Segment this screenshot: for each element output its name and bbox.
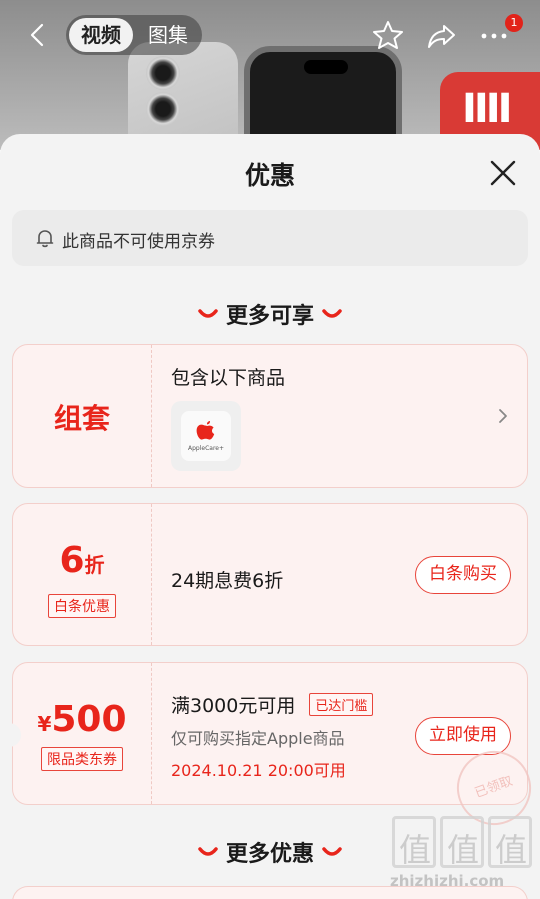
dynamic-island: [304, 60, 348, 74]
section-title: 更多优惠: [225, 842, 314, 867]
threshold-reached-tag: 已达门槛: [309, 693, 374, 716]
camera-lens: [146, 56, 180, 90]
baitiao-tag: 白条优惠: [48, 594, 116, 618]
notification-badge: 1: [505, 14, 523, 32]
share-icon: [428, 25, 455, 48]
watermark-char: 值: [440, 816, 484, 869]
coupon-scope: 仅可购买指定Apple商品: [171, 729, 345, 748]
chevron-right-icon: [499, 409, 507, 423]
discount-number: 6: [59, 540, 85, 581]
installment-desc: 24期息费6折: [171, 570, 284, 592]
star-icon: [373, 21, 403, 49]
notice-text: 此商品不可使用京券: [62, 232, 215, 252]
watermark-char: 值: [392, 816, 436, 869]
bundle-heading: 包含以下商品: [171, 367, 286, 389]
section-header-more-available: 更多可享: [0, 298, 540, 330]
section-title: 更多可享: [225, 304, 314, 329]
promotion-sheet: 优惠 此商品不可使用京券 更多可享 组套 包含以下商品 AppleCare+ 6…: [0, 134, 540, 899]
back-button[interactable]: [24, 20, 52, 50]
brand-logo-text: IIII: [462, 86, 513, 132]
watermark-url: zhizhizhi.com: [390, 872, 505, 890]
smile-decoration-icon: [322, 309, 342, 318]
coupon-condition-row: 满3000元可用 已达门槛: [171, 691, 374, 718]
applecare-logo: AppleCare+: [181, 411, 231, 461]
back-icon: [30, 23, 44, 47]
apple-icon: [196, 421, 215, 440]
smile-decoration-icon: [198, 847, 218, 856]
category-coupon-tag: 限品类东券: [41, 747, 123, 771]
media-tab-switch: 视频 图集: [66, 15, 202, 55]
smile-decoration-icon: [322, 847, 342, 856]
use-now-button[interactable]: 立即使用: [415, 717, 511, 755]
currency-symbol: ¥: [37, 712, 52, 736]
bundle-offer-card[interactable]: 组套 包含以下商品 AppleCare+: [12, 344, 528, 488]
bundle-label: 组套: [53, 402, 110, 435]
coupon-offer-card: ¥500 限品类东券 满3000元可用 已达门槛 仅可购买指定Apple商品 2…: [5, 662, 540, 836]
share-button[interactable]: [424, 18, 460, 54]
watermark-char: 值: [488, 816, 532, 869]
bundle-product-thumbnail[interactable]: AppleCare+: [171, 401, 241, 471]
installment-offer-card: 6折 白条优惠 24期息费6折 白条购买: [12, 503, 528, 646]
close-icon: [490, 160, 516, 186]
discount-unit: 折: [84, 553, 105, 577]
smile-decoration-icon: [198, 309, 218, 318]
tab-video[interactable]: 视频: [69, 18, 133, 52]
sheet-title: 优惠: [244, 161, 295, 190]
baitiao-buy-button[interactable]: 白条购买: [415, 556, 511, 594]
tag-wrap: 限品类东券: [13, 747, 151, 771]
coupon-notice: 此商品不可使用京券: [12, 210, 528, 266]
tag-wrap: 白条优惠: [13, 594, 151, 618]
card-divider: [151, 345, 152, 487]
coupon-value: 500: [51, 699, 127, 740]
card-divider: [151, 504, 152, 645]
camera-lens: [146, 92, 180, 126]
applecare-text: AppleCare+: [188, 445, 224, 452]
close-button[interactable]: [486, 156, 520, 190]
site-watermark: 值 值 值 zhizhizhi.com: [388, 816, 538, 896]
coupon-amount: ¥500: [13, 699, 151, 740]
favorite-button[interactable]: [370, 18, 406, 54]
coupon-valid-time: 2024.10.21 20:00可用: [171, 761, 346, 780]
tab-gallery[interactable]: 图集: [138, 18, 198, 52]
installment-discount: 6折: [13, 540, 151, 581]
card-divider: [151, 663, 152, 804]
coupon-condition: 满3000元可用: [171, 695, 296, 717]
bell-icon: [36, 230, 54, 248]
